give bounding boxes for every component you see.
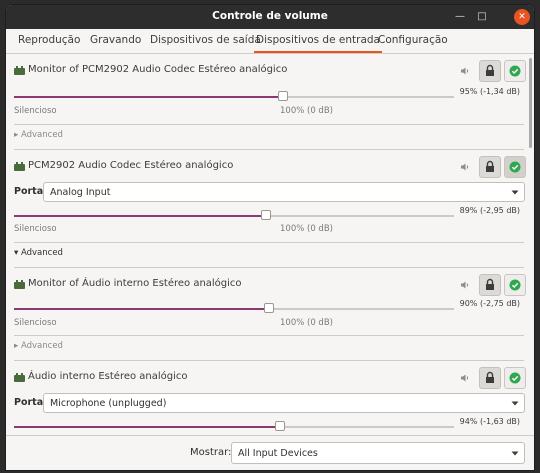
tab-configuration[interactable]: Configuração — [378, 29, 448, 53]
tab-input-devices[interactable]: Dispositivos de entrada — [254, 29, 382, 53]
volume-slider-handle[interactable] — [263, 303, 274, 313]
chevron-down-icon — [511, 401, 519, 406]
volume-slider-handle[interactable] — [260, 210, 271, 220]
volume-slider[interactable] — [14, 210, 454, 220]
divider — [14, 242, 524, 243]
speaker-mute-icon[interactable] — [460, 162, 470, 172]
chevron-down-icon — [511, 451, 519, 456]
show-devices-select[interactable]: All Input Devices — [231, 442, 525, 464]
title-bar[interactable]: Controle de volume — □ ✕ — [6, 5, 534, 29]
volume-slider-fill — [14, 308, 269, 310]
volume-readout: 90% (-2,75 dB) — [459, 299, 520, 308]
close-icon[interactable]: ✕ — [514, 9, 530, 25]
check-circle-icon — [509, 279, 521, 291]
scrollbar-thumb[interactable] — [529, 58, 532, 148]
show-devices-value: All Input Devices — [238, 448, 318, 459]
speaker-mute-icon[interactable] — [460, 373, 470, 383]
port-label: Porta: — [14, 397, 47, 408]
lock-icon — [486, 278, 494, 290]
tab-playback[interactable]: Reprodução — [18, 29, 80, 53]
scrollbar[interactable] — [528, 54, 534, 435]
tab-bar: Reprodução Gravando Dispositivos de saíd… — [6, 29, 534, 54]
mark-100-percent: 100% (0 dB) — [280, 224, 333, 234]
maximize-icon[interactable]: □ — [474, 9, 490, 25]
audio-card-icon — [14, 373, 25, 382]
volume-slider-handle[interactable] — [275, 421, 286, 431]
show-label: Mostrar: — [190, 447, 232, 458]
set-default-button[interactable] — [504, 60, 526, 82]
lock-channels-button[interactable] — [479, 367, 501, 389]
tab-recording[interactable]: Gravando — [90, 29, 141, 53]
advanced-label: Advanced — [20, 248, 63, 258]
advanced-expander[interactable]: ▸ Advanced — [14, 341, 63, 351]
set-default-button[interactable] — [504, 156, 526, 178]
lock-icon — [486, 371, 494, 383]
mark-100-percent: 100% (0 dB) — [280, 318, 333, 328]
volume-slider-fill — [14, 215, 266, 217]
port-select-value: Microphone (unplugged) — [50, 398, 167, 409]
lock-icon — [486, 160, 494, 172]
port-select[interactable]: Microphone (unplugged) — [43, 393, 525, 413]
volume-slider-fill — [14, 426, 281, 428]
speaker-mute-icon[interactable] — [460, 280, 470, 290]
divider — [14, 124, 524, 125]
device-name: PCM2902 Audio Codec Estéreo analógico — [28, 160, 234, 171]
device-name: Monitor of Áudio interno Estéreo analógi… — [28, 278, 242, 289]
port-label: Porta: — [14, 186, 47, 197]
volume-slider[interactable] — [14, 421, 454, 431]
volume-slider-fill — [14, 96, 283, 98]
lock-channels-button[interactable] — [479, 156, 501, 178]
lock-channels-button[interactable] — [479, 60, 501, 82]
volume-slider-handle[interactable] — [277, 91, 288, 101]
check-circle-icon — [509, 161, 521, 173]
set-default-button[interactable] — [504, 367, 526, 389]
advanced-label: Advanced — [20, 130, 63, 140]
port-select[interactable]: Analog Input — [43, 182, 525, 202]
chevron-down-icon — [511, 190, 519, 195]
audio-card-icon — [14, 162, 25, 171]
mark-silent: Silencioso — [14, 106, 57, 116]
set-default-button[interactable] — [504, 274, 526, 296]
speaker-mute-icon[interactable] — [460, 66, 470, 76]
divider — [14, 335, 524, 336]
tab-output-devices[interactable]: Dispositivos de saída — [150, 29, 261, 53]
volume-readout: 89% (-2,95 dB) — [459, 206, 520, 215]
device-name: Monitor of PCM2902 Audio Codec Estéreo a… — [28, 64, 288, 75]
port-select-value: Analog Input — [50, 187, 111, 198]
volume-slider[interactable] — [14, 91, 454, 101]
audio-card-icon — [14, 66, 25, 75]
lock-channels-button[interactable] — [479, 274, 501, 296]
advanced-expander[interactable]: ▸ Advanced — [14, 130, 63, 140]
check-circle-icon — [509, 372, 521, 384]
minimize-icon[interactable]: — — [452, 9, 468, 25]
mark-silent: Silencioso — [14, 224, 57, 234]
mark-silent: Silencioso — [14, 318, 57, 328]
volume-readout: 94% (-1,63 dB) — [459, 417, 520, 426]
volume-slider[interactable] — [14, 303, 454, 313]
advanced-label: Advanced — [20, 341, 63, 351]
volume-control-window: Controle de volume — □ ✕ Reprodução Grav… — [6, 5, 534, 470]
audio-card-icon — [14, 280, 25, 289]
volume-readout: 95% (-1,34 dB) — [459, 87, 520, 96]
advanced-expander[interactable]: ▾ Advanced — [14, 248, 63, 258]
footer-bar: Mostrar: All Input Devices — [6, 435, 534, 470]
device-list: Monitor of PCM2902 Audio Codec Estéreo a… — [6, 54, 534, 435]
divider — [14, 149, 524, 150]
lock-icon — [486, 64, 494, 76]
divider — [14, 360, 524, 361]
check-circle-icon — [509, 65, 521, 77]
mark-100-percent: 100% (0 dB) — [280, 106, 333, 116]
device-name: Áudio interno Estéreo analógico — [28, 371, 188, 382]
divider — [14, 267, 524, 268]
